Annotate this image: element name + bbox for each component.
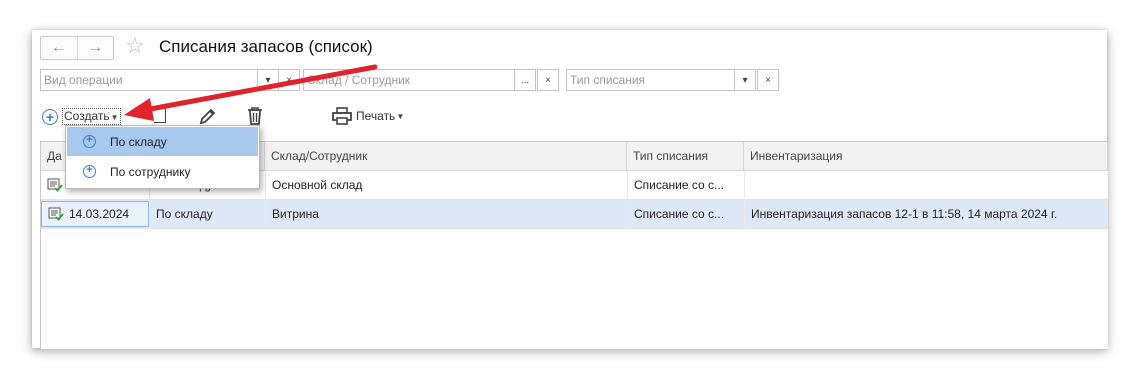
print-button[interactable]: Печать ▼ xyxy=(332,107,404,125)
add-circle-icon: + xyxy=(83,135,96,148)
chevron-down-icon: ▼ xyxy=(396,111,405,121)
inventory-cell xyxy=(744,171,1108,199)
date-cell: 14.03.2024 xyxy=(41,201,149,227)
back-arrow-icon[interactable]: ← xyxy=(41,37,77,59)
create-label: Создать▼ xyxy=(62,108,121,125)
print-label: Печать xyxy=(356,109,396,123)
warehouse-cell: Витрина xyxy=(265,200,627,228)
add-circle-icon: + xyxy=(42,108,58,125)
page-title: Списания запасов (список) xyxy=(159,37,373,56)
date-value: 14.03.2024 xyxy=(69,207,130,221)
type-cell: Списание со с... xyxy=(627,171,744,199)
write-off-type-field[interactable]: Тип списания xyxy=(566,69,735,91)
copy-icon[interactable] xyxy=(154,107,166,123)
filter-warehouse-employee: Склад / Сотрудник ... × xyxy=(303,69,559,91)
filter-write-off-type: Тип списания ▾ × xyxy=(566,69,779,91)
chevron-down-icon: ▼ xyxy=(110,113,119,122)
type-cell: Списание со с... xyxy=(627,200,744,228)
favorite-star-icon[interactable]: ☆ xyxy=(125,35,145,57)
menu-item-label: По сотруднику xyxy=(110,164,191,179)
create-button[interactable]: + Создать▼ xyxy=(42,108,121,125)
posted-document-icon xyxy=(47,178,63,192)
menu-item-by-warehouse[interactable]: + По складу xyxy=(67,127,258,156)
warehouse-employee-field[interactable]: Склад / Сотрудник xyxy=(303,69,515,91)
chevron-down-icon[interactable]: ▾ xyxy=(735,69,756,91)
column-write-off-type[interactable]: Тип списания xyxy=(627,142,744,170)
column-inventory[interactable]: Инвентаризация xyxy=(744,142,1108,170)
warehouse-cell: Основной склад xyxy=(265,171,627,199)
add-circle-icon: + xyxy=(83,165,96,178)
create-label-text: Создать xyxy=(64,109,110,123)
list-window: ← → ☆ Списания запасов (список) Вид опер… xyxy=(32,30,1108,350)
clear-icon[interactable]: × xyxy=(537,69,559,91)
forward-arrow-icon[interactable]: → xyxy=(76,37,114,59)
inventory-cell: Инвентаризация запасов 12-1 в 11:58, 14 … xyxy=(744,200,1108,228)
select-ellipsis-icon[interactable]: ... xyxy=(515,69,536,91)
posted-document-icon xyxy=(48,207,64,221)
kind-cell: По складу xyxy=(149,200,265,228)
clear-icon[interactable]: × xyxy=(279,69,300,91)
chevron-down-icon[interactable]: ▾ xyxy=(258,69,279,91)
column-warehouse[interactable]: Склад/Сотрудник xyxy=(265,142,627,170)
menu-item-label: По складу xyxy=(110,134,167,149)
filter-operation-type: Вид операции ▾ × xyxy=(40,69,300,91)
operation-type-field[interactable]: Вид операции xyxy=(40,69,258,91)
create-dropdown-menu: + По складу + По сотруднику xyxy=(65,125,260,189)
table-row[interactable]: 14.03.2024 По складу Витрина Списание со… xyxy=(41,200,1108,229)
menu-item-by-employee[interactable]: + По сотруднику xyxy=(67,157,258,186)
printer-icon xyxy=(332,107,352,125)
clear-icon[interactable]: × xyxy=(757,69,779,91)
navigation-buttons: ← → xyxy=(40,36,114,60)
